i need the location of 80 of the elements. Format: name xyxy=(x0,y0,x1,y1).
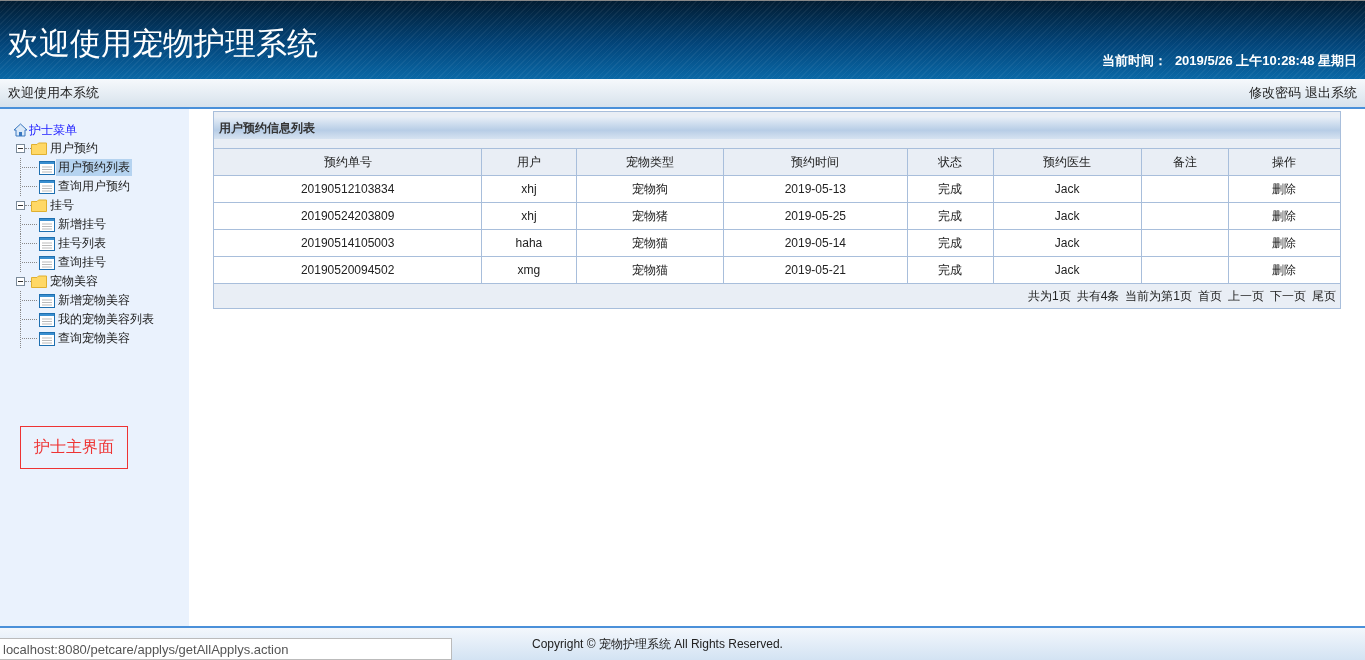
tree-item[interactable]: 用户预约列表 xyxy=(56,159,132,176)
delete-link[interactable]: 删除 xyxy=(1272,208,1297,223)
table-cell: 完成 xyxy=(907,175,994,203)
folder-icon xyxy=(31,199,47,212)
column-header: 状态 xyxy=(907,148,994,176)
collapse-icon[interactable] xyxy=(16,277,25,286)
tree-item[interactable]: 新增挂号 xyxy=(56,216,108,233)
page-icon xyxy=(39,179,55,194)
tree-folder[interactable]: 用户预约 xyxy=(48,140,100,157)
delete-link[interactable]: 删除 xyxy=(1272,235,1297,250)
page-icon xyxy=(39,255,55,270)
table-cell: 宠物猫 xyxy=(576,229,724,257)
delete-link[interactable]: 删除 xyxy=(1272,262,1297,277)
pager-link[interactable]: 尾页 xyxy=(1312,287,1336,305)
tree-item[interactable]: 查询宠物美容 xyxy=(56,330,132,347)
column-header: 操作 xyxy=(1228,148,1340,176)
tree-item[interactable]: 我的宠物美容列表 xyxy=(56,311,156,328)
table-cell: xhj xyxy=(481,202,577,230)
table-cell: 宠物猪 xyxy=(576,202,724,230)
tree-root-link[interactable]: 护士菜单 xyxy=(29,121,77,139)
page-icon xyxy=(39,217,55,232)
table-cell: 宠物狗 xyxy=(576,175,724,203)
welcome-text: 欢迎使用本系统 xyxy=(8,84,99,102)
panel-title: 用户预约信息列表 xyxy=(219,119,315,137)
pager-info: 共为1页 xyxy=(1027,287,1071,305)
system-title: 欢迎使用宠物护理系统 xyxy=(8,25,318,63)
tree-item[interactable]: 查询用户预约 xyxy=(56,178,132,195)
collapse-icon[interactable] xyxy=(16,201,25,210)
header-link[interactable]: 退出系统 xyxy=(1305,84,1357,102)
table-cell: haha xyxy=(481,229,577,257)
table-cell: 2019-05-13 xyxy=(723,175,908,203)
table-cell: Jack xyxy=(993,229,1142,257)
home-icon xyxy=(13,123,28,137)
table-cell: 20190514105003 xyxy=(214,229,482,257)
current-time: 2019/5/26 上午10:28:48 星期日 xyxy=(1174,52,1357,70)
table-cell: Jack xyxy=(993,202,1142,230)
table-cell: 2019-05-25 xyxy=(723,202,908,230)
tree-item[interactable]: 新增宠物美容 xyxy=(56,292,132,309)
table-cell: 2019-05-14 xyxy=(723,229,908,257)
table-cell: 20190524203809 xyxy=(214,202,482,230)
table-cell: Jack xyxy=(993,256,1142,284)
folder-icon xyxy=(31,142,47,155)
table-cell: 宠物猫 xyxy=(576,256,724,284)
column-header: 备注 xyxy=(1141,148,1229,176)
table-cell: 20190520094502 xyxy=(214,256,482,284)
pager-info: 当前为第1页 xyxy=(1125,287,1192,305)
page-icon xyxy=(39,331,55,346)
pager-link[interactable]: 上一页 xyxy=(1228,287,1264,305)
column-header: 预约医生 xyxy=(993,148,1142,176)
table-cell: 完成 xyxy=(907,229,994,257)
pager-info: 共有4条 xyxy=(1076,287,1120,305)
copyright-text: Copyright © 宠物护理系统 All Rights Reserved. xyxy=(532,635,783,653)
page-icon xyxy=(39,293,55,308)
column-header: 宠物类型 xyxy=(576,148,724,176)
table-cell: Jack xyxy=(993,175,1142,203)
tree-folder[interactable]: 挂号 xyxy=(48,197,76,214)
tree-folder[interactable]: 宠物美容 xyxy=(48,273,100,290)
page-icon xyxy=(39,236,55,251)
pager-link[interactable]: 下一页 xyxy=(1270,287,1306,305)
tree-item[interactable]: 挂号列表 xyxy=(56,235,108,252)
table-cell: 完成 xyxy=(907,202,994,230)
time-label: 当前时间： xyxy=(1101,52,1167,70)
table-cell: xhj xyxy=(481,175,577,203)
header-link[interactable]: 修改密码 xyxy=(1249,84,1301,102)
note-box: 护士主界面 xyxy=(20,426,128,469)
table-cell: xmg xyxy=(481,256,577,284)
pager-link[interactable]: 首页 xyxy=(1198,287,1222,305)
column-header: 预约单号 xyxy=(214,148,482,176)
column-header: 预约时间 xyxy=(723,148,908,176)
collapse-icon[interactable] xyxy=(16,144,25,153)
page-icon xyxy=(39,160,55,175)
tree-item[interactable]: 查询挂号 xyxy=(56,254,108,271)
table-cell: 完成 xyxy=(907,256,994,284)
folder-icon xyxy=(31,275,47,288)
table-cell: 20190512103834 xyxy=(214,175,482,203)
page-icon xyxy=(39,312,55,327)
delete-link[interactable]: 删除 xyxy=(1272,181,1297,196)
table-cell: 2019-05-21 xyxy=(723,256,908,284)
status-url: localhost:8080/petcare/applys/getAllApplys.action xyxy=(3,641,289,657)
column-header: 用户 xyxy=(481,148,577,176)
